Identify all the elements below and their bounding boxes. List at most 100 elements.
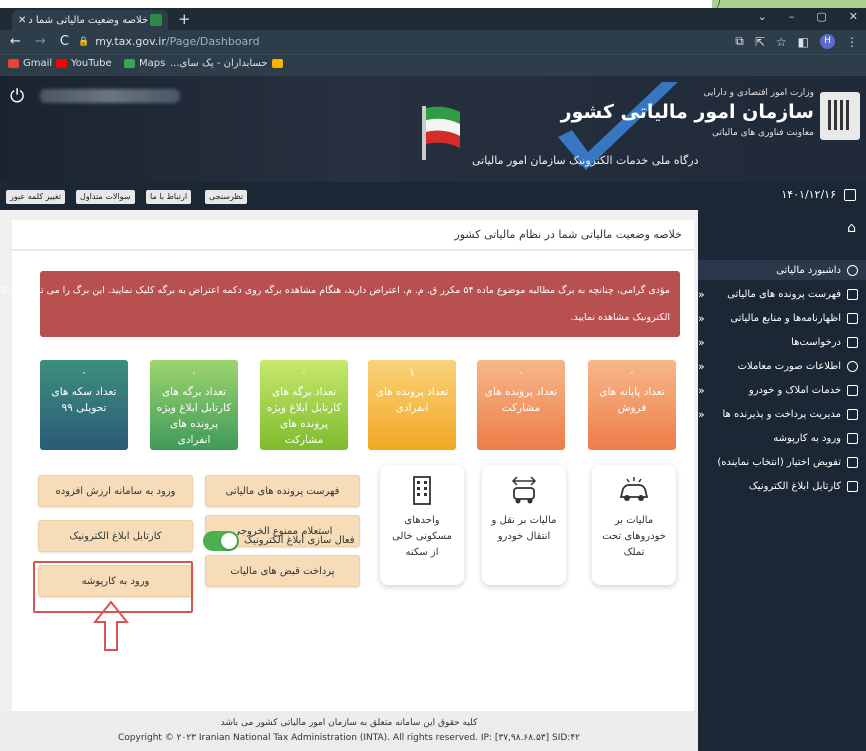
chevron-icon: « [698,407,705,421]
bookmark-accountants[interactable]: حسابداران - یک سای... [170,58,283,69]
tile-coins-delivered[interactable]: ۰ تعداد سکه های تحویلی ۹۹ [40,360,128,450]
vat-system-button[interactable]: ورود به سامانه ارزش افزوده [38,475,193,507]
share-icon[interactable]: ⇱ [755,35,765,49]
translate-icon[interactable]: ⧉ [735,34,744,49]
bookmark-site-icon [271,59,283,68]
up-arrow-icon [92,600,130,651]
alert-box: مؤدی گرامی، چنانچه به برگ مطالبه موضوع م… [0,271,680,337]
organization-name: سازمان امور مالیاتی کشور [560,101,814,123]
car-icon [619,477,649,501]
sidebar-item-transactions[interactable]: اطلاعات صورت معاملات « [698,356,858,376]
sidebar-item-dashboard[interactable]: داشبورد مالیاتی [698,260,866,280]
tab-close-icon[interactable]: ✕ [18,15,26,26]
e-notice-inbox-button[interactable]: کارتابل ابلاغ الکترونیک [38,520,193,552]
tax-files-list-button[interactable]: فهرست پرونده های مالیاتی [205,475,360,507]
url-host: my.tax.gov.ir [95,35,166,48]
flag-icon [422,106,460,160]
alert-line-2: الکترونیک مشاهده نمایید. [570,312,670,323]
lock-icon[interactable]: 🔒 [78,37,89,47]
current-date: ۱۴۰۱/۱۲/۱۶ [781,188,836,201]
inta-logo [820,92,860,140]
chevron-icon: « [698,383,705,397]
car-transfer-icon [511,476,537,504]
faq-button[interactable]: سوالات متداول [76,190,135,204]
url-path: /Page/Dashboard [165,35,260,48]
nav-controls: ← → C [10,34,69,49]
inbox-icon [847,480,858,492]
site-favicon-icon [150,14,162,26]
portal-title: درگاه ملی خدمات الکترونیک سازمان امور ما… [472,154,699,167]
sidebar-item-karpooshe[interactable]: ورود به کارپوشه [698,428,858,448]
forward-icon[interactable]: → [35,34,46,49]
maps-icon [124,59,135,68]
url-bar[interactable]: 🔒 my.tax.gov.ir/Page/Dashboard [78,35,260,48]
user-name-blurred [40,89,180,103]
menu-icon[interactable]: ⋮ [846,35,858,49]
footer-rights: کلیه حقوق این سامانه متعلق به سازمان امو… [220,718,478,728]
chevron-icon: « [698,287,705,301]
change-password-button[interactable]: تغییر کلمه عبور [6,190,65,204]
back-icon[interactable]: ← [10,34,21,49]
toggle-knob [221,533,237,549]
contact-us-button[interactable]: ارتباط با ما [146,190,192,204]
footer: کلیه حقوق این سامانه متعلق به سازمان امو… [0,711,698,751]
tile-sales-terminals[interactable]: ۰ تعداد پایانه های فروش [588,360,676,450]
power-icon[interactable]: ⏻ [10,86,24,107]
pay-tax-bills-button[interactable]: پرداخت قبض های مالیات [205,555,360,587]
tile-individual-files[interactable]: ۱ تعداد پرونده های انفرادی [368,360,456,450]
tab-title: خلاصه وضعیت مالیاتی شما در نظا... [28,14,149,26]
date-display: ۱۴۰۱/۱۲/۱۶ [781,188,856,201]
profile-avatar[interactable]: H [820,34,835,49]
browser-tab[interactable]: خلاصه وضعیت مالیاتی شما در نظا... ✕ [12,10,168,30]
survey-button[interactable]: نظرسنجی [205,190,248,204]
dashboard-icon [847,264,858,276]
ministry-name: وزارت امور اقتصادی و دارایی [703,88,814,98]
chevron-icon: « [698,311,705,325]
gear-icon [847,360,858,372]
chevron-icon: « [698,359,705,373]
service-card-vacant-housing[interactable]: واحدهای مسکونی خالی از سکنه [380,465,464,585]
sidebar-item-e-notice[interactable]: کارتابل ابلاغ الکترونیک [698,476,858,496]
reload-icon[interactable]: C [60,34,69,49]
minimize-icon[interactable]: – [789,10,795,23]
bookmark-maps[interactable]: Maps [124,58,165,69]
sidebar-item-property-vehicle[interactable]: خدمات املاک و خودرو « [698,380,858,400]
deputy-name: معاونت فناوری های مالیاتی [712,128,814,138]
sidepanel-icon[interactable]: ◧ [798,35,809,49]
tile-partnership-files[interactable]: ۰ تعداد پرونده های مشارکت [477,360,565,450]
new-tab-button[interactable]: + [178,10,191,28]
tile-individual-notices[interactable]: ۰ تعداد برگه های کارتابل ابلاغ ویژه پروند… [150,360,238,450]
card-icon [847,408,858,420]
folder-icon [847,432,858,444]
service-card-car-tax[interactable]: مالیات بر خودروهای تحت تملک [592,465,676,585]
service-card-car-transfer[interactable]: مالیات بر نقل و انتقال خودرو [482,465,566,585]
home-icon[interactable]: ⌂ [847,220,856,236]
service-label: مالیات بر خودروهای تحت تملک [602,515,666,558]
footer-copyright: Copyright © ۲۰۲۳ Iranian National Tax Ad… [117,733,580,743]
window-controls: ⌄ – ▢ ✕ [758,10,858,23]
user-badge-icon [847,456,858,468]
star-icon[interactable]: ☆ [776,35,787,49]
e-notice-toggle[interactable] [203,531,239,551]
page-title: خلاصه وضعیت مالیاتی شما در نظام مالیاتی … [454,228,682,241]
document-icon [847,312,858,324]
sidebar-item-delegation[interactable]: تفویض اختیار (انتخاب نماینده) [698,452,858,472]
tab-search-icon[interactable]: ⌄ [758,10,767,23]
checklist-icon [847,336,858,348]
maximize-icon[interactable]: ▢ [816,10,826,23]
toggle-label: فعال سازی ابلاغ الکترونیک [244,535,355,546]
bookmark-youtube[interactable]: YouTube [56,58,112,69]
sidebar-item-declarations[interactable]: اظهارنامه‌ها و منابع مالیاتی « [698,308,858,328]
service-label: واحدهای مسکونی خالی از سکنه [392,515,452,558]
bookmark-gmail[interactable]: Gmail [8,58,52,69]
chevron-icon: « [698,335,705,349]
building-icon [847,288,858,300]
browser-actions: ⧉ ⇱ ☆ ◧ H ⋮ [735,34,858,49]
tile-partnership-notices[interactable]: ۰ تعداد برگه های کارتابل ابلاغ ویژه پروند… [260,360,348,450]
sidebar-item-tax-files[interactable]: فهرست پرونده های مالیاتی « [698,284,858,304]
close-window-icon[interactable]: ✕ [849,10,858,23]
sidebar-item-requests[interactable]: درخواست‌ها « [698,332,858,352]
sidebar-item-payment[interactable]: مدیریت پرداخت و پذیرنده ها « [698,404,858,424]
youtube-icon [56,59,67,68]
service-label: مالیات بر نقل و انتقال خودرو [491,515,557,542]
